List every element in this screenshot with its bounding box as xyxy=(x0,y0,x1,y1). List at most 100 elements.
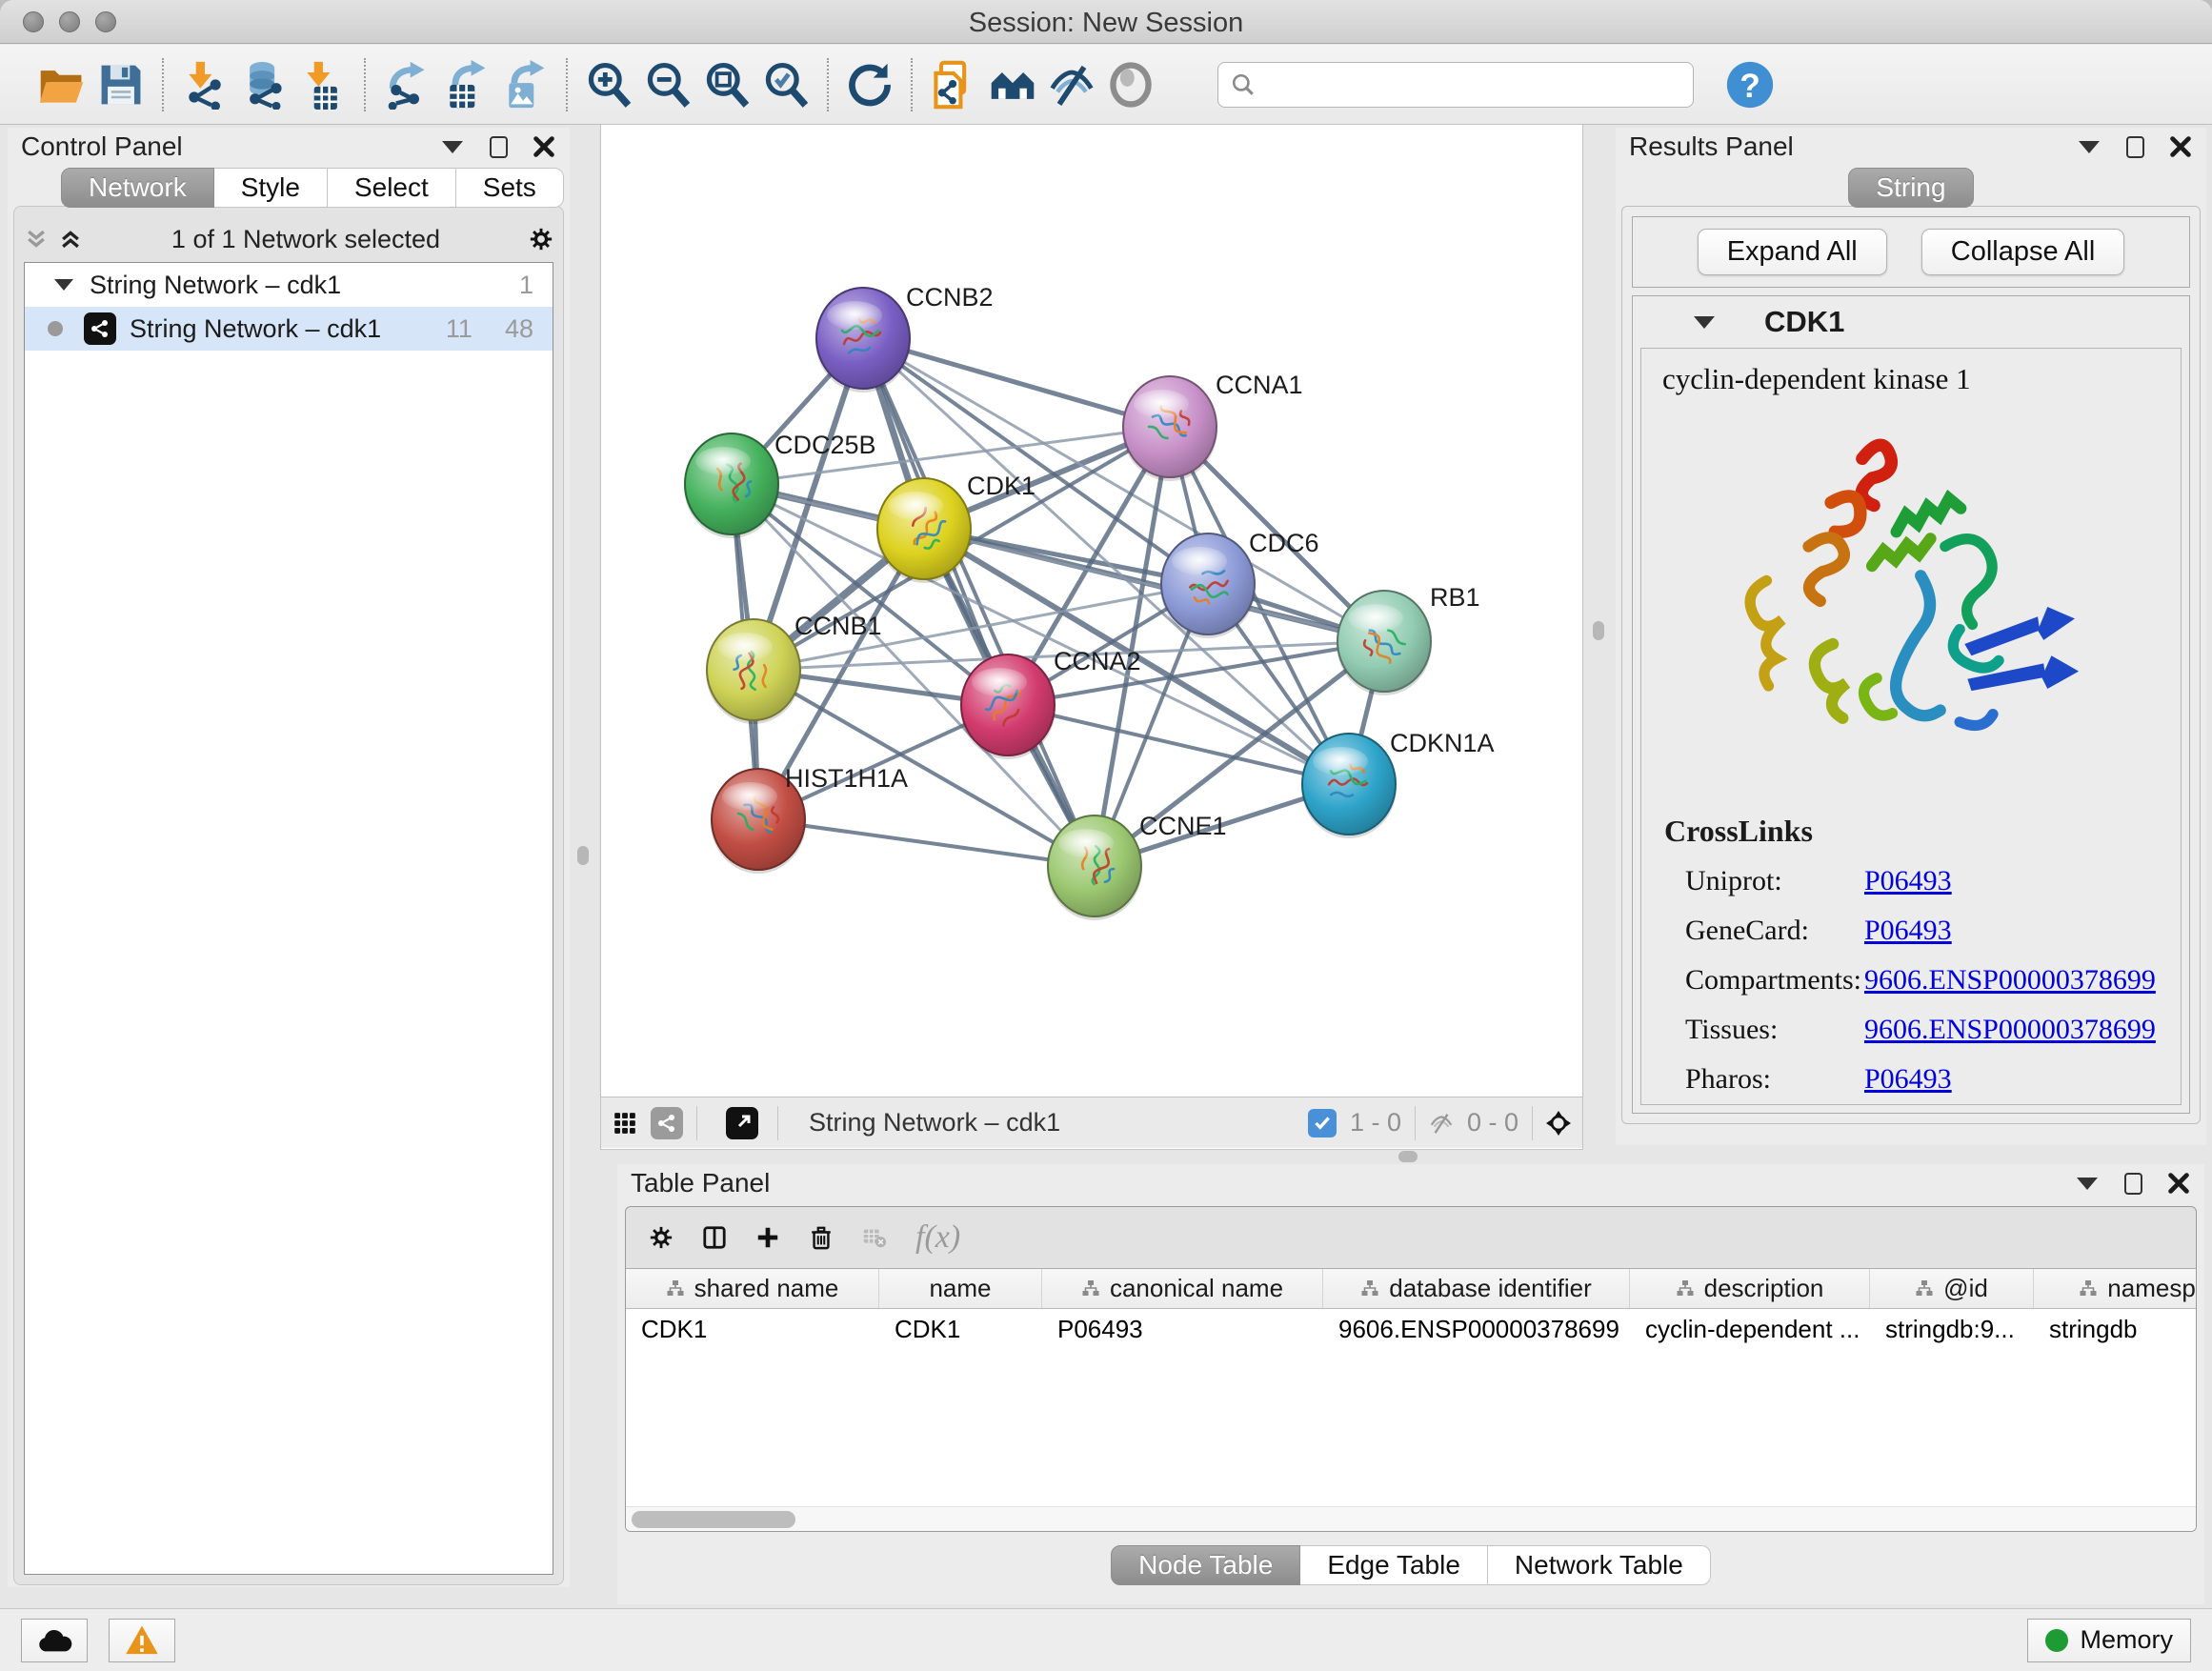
import-network-database-button[interactable] xyxy=(234,54,293,115)
panel-float-icon[interactable] xyxy=(486,134,511,159)
network-node-CCNB2[interactable] xyxy=(815,288,911,393)
zoom-out-button[interactable] xyxy=(638,54,697,115)
delete-column-trash-icon[interactable] xyxy=(809,1225,834,1250)
search-input[interactable] xyxy=(1217,62,1694,108)
network-node-CDKN1A[interactable] xyxy=(1301,734,1397,838)
crosslink-value-link[interactable]: 9606.ENSP00000378699 xyxy=(1864,964,2156,997)
network-node-CCNE1[interactable] xyxy=(1047,815,1142,920)
horizontal-splitter-handle[interactable] xyxy=(1398,1151,1418,1162)
window-title: Session: New Session xyxy=(0,8,2212,39)
table-panel: Table Panel xyxy=(617,1164,2204,1604)
export-table-button[interactable] xyxy=(436,54,495,115)
refresh-button[interactable] xyxy=(840,54,899,115)
network-collection-row[interactable]: String Network – cdk1 1 xyxy=(25,263,553,307)
grid-view-icon[interactable] xyxy=(613,1111,637,1136)
cloud-status-button[interactable] xyxy=(21,1619,88,1662)
column-header-shared-name[interactable]: shared name xyxy=(626,1269,879,1308)
memory-button[interactable]: Memory xyxy=(2027,1619,2191,1662)
expand-all-icon[interactable] xyxy=(58,227,83,252)
show-all-button[interactable] xyxy=(1101,54,1160,115)
crosslink-value-link[interactable]: 9606.ENSP00000378699 xyxy=(1864,1014,2156,1046)
horizontal-scrollbar[interactable] xyxy=(626,1506,2196,1531)
panel-close-icon[interactable] xyxy=(2168,134,2193,159)
selected-checkbox[interactable] xyxy=(1308,1109,1337,1137)
column-header-namespace[interactable]: namespace xyxy=(2034,1269,2196,1308)
column-header-label: shared name xyxy=(694,1274,839,1303)
zoom-in-button[interactable] xyxy=(579,54,638,115)
import-table-button[interactable] xyxy=(293,54,352,115)
save-session-button[interactable] xyxy=(91,54,151,115)
zoom-fit-button[interactable] xyxy=(697,54,756,115)
tab-style[interactable]: Style xyxy=(214,168,328,208)
collapse-entry-icon[interactable] xyxy=(1694,316,1715,329)
scrollbar-thumb[interactable] xyxy=(632,1511,795,1528)
crosslink-row: GeneCard:P06493 xyxy=(1664,906,2181,956)
column-header-description[interactable]: description xyxy=(1630,1269,1870,1308)
tab-string[interactable]: String xyxy=(1848,168,1973,208)
collapse-all-button[interactable]: Collapse All xyxy=(1921,229,2125,275)
hidden-eye-slash-icon[interactable] xyxy=(1429,1111,1454,1136)
gray-eye-icon xyxy=(1106,60,1156,110)
gear-icon[interactable] xyxy=(529,227,553,252)
tab-network[interactable]: Network xyxy=(61,168,214,208)
open-in-window-icon[interactable] xyxy=(726,1107,758,1139)
network-node-CCNA1[interactable] xyxy=(1122,376,1217,481)
network-node-CDK1[interactable] xyxy=(876,478,972,583)
network-node-CCNA2[interactable] xyxy=(960,654,1056,759)
table-row[interactable]: CDK1CDK1P064939606.ENSP00000378699cyclin… xyxy=(626,1309,2196,1349)
add-column-icon[interactable] xyxy=(755,1225,780,1250)
network-node-CDC6[interactable] xyxy=(1160,534,1256,638)
results-panel: Results Panel String Expand All Collapse… xyxy=(1616,128,2206,1145)
panel-menu-icon[interactable] xyxy=(440,134,465,159)
column-header-database-identifier[interactable]: database identifier xyxy=(1323,1269,1630,1308)
column-header-name[interactable]: name xyxy=(879,1269,1042,1308)
panel-close-icon[interactable] xyxy=(2166,1171,2191,1196)
first-neighbors-button[interactable] xyxy=(983,54,1042,115)
hide-selected-button[interactable] xyxy=(1042,54,1101,115)
tab-sets[interactable]: Sets xyxy=(456,168,564,208)
network-row[interactable]: String Network – cdk1 11 48 xyxy=(25,307,553,351)
network-node-RB1[interactable] xyxy=(1337,591,1432,695)
table-cell: 9606.ENSP00000378699 xyxy=(1323,1309,1630,1349)
download-arrow-icon xyxy=(189,61,211,88)
tab-node-table[interactable]: Node Table xyxy=(1111,1545,1300,1585)
export-network-button[interactable] xyxy=(377,54,436,115)
panel-float-icon[interactable] xyxy=(2121,1171,2145,1196)
clone-network-button[interactable] xyxy=(924,54,983,115)
export-image-button[interactable] xyxy=(495,54,554,115)
network-node-CCNB1[interactable] xyxy=(706,619,801,724)
network-canvas[interactable]: CCNB2CCNA1CDC25BCDK1CDC6RB1CCNB1CCNA2CDK… xyxy=(601,125,1582,1097)
expand-all-button[interactable]: Expand All xyxy=(1698,229,1887,275)
help-button[interactable]: ? xyxy=(1720,54,1780,115)
collapse-all-icon[interactable] xyxy=(24,227,49,252)
vertical-splitter-handle[interactable] xyxy=(577,846,589,865)
tab-edge-table[interactable]: Edge Table xyxy=(1300,1545,1488,1585)
node-label-CDKN1A: CDKN1A xyxy=(1390,729,1495,757)
crosslink-value-link[interactable]: P06493 xyxy=(1864,1063,1952,1096)
network-node-CDC25B[interactable] xyxy=(684,433,779,538)
panel-menu-icon[interactable] xyxy=(2075,1171,2100,1196)
table-settings-gear-icon[interactable] xyxy=(649,1225,674,1250)
gene-entry: CDK1 cyclin-dependent kinase 1 xyxy=(1632,295,2190,1114)
import-network-file-button[interactable] xyxy=(175,54,234,115)
network-view-toolbar: String Network – cdk1 1 - 0 0 - 0 xyxy=(601,1097,1582,1148)
panel-float-icon[interactable] xyxy=(2122,134,2147,159)
gene-description: cyclin-dependent kinase 1 xyxy=(1641,349,2181,396)
tab-network-table[interactable]: Network Table xyxy=(1488,1545,1711,1585)
column-header-canonical-name[interactable]: canonical name xyxy=(1042,1269,1323,1308)
crosslink-value-link[interactable]: P06493 xyxy=(1864,915,1952,947)
network-type-badge-icon[interactable] xyxy=(651,1107,683,1139)
warnings-button[interactable] xyxy=(109,1619,175,1662)
crosslink-value-link[interactable]: P06493 xyxy=(1864,865,1952,897)
column-header-@id[interactable]: @id xyxy=(1870,1269,2034,1308)
zoom-selected-button[interactable] xyxy=(756,54,815,115)
show-columns-icon[interactable] xyxy=(702,1225,727,1250)
open-session-button[interactable] xyxy=(32,54,91,115)
panel-close-icon[interactable] xyxy=(532,134,556,159)
vertical-splitter-handle[interactable] xyxy=(1593,621,1604,640)
tab-select[interactable]: Select xyxy=(328,168,456,208)
node-label-CCNA2: CCNA2 xyxy=(1054,647,1141,675)
panel-menu-icon[interactable] xyxy=(2077,134,2101,159)
birds-eye-toggle-icon[interactable] xyxy=(1546,1111,1571,1136)
tree-expander-icon[interactable] xyxy=(51,272,76,297)
